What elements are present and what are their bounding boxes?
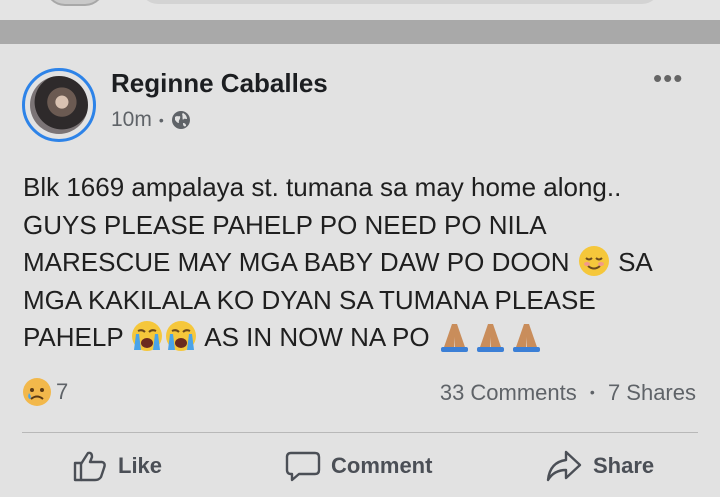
avatar[interactable] [30,76,88,134]
post-text-line: GUYS PLEASE PAHELP PO NEED PO NILA [23,209,547,240]
thumbs-up-icon [73,451,106,482]
crying-face-emoji-icon [132,321,163,351]
post-card: Reginne Caballes 10m • ••• Blk 1669 ampa… [0,44,720,497]
stats-separator: • [589,384,595,400]
reaction-count: 7 [56,379,69,404]
comment-bubble-icon [285,451,321,482]
post-text-line-3: MARESCUE MAY MGA BABY DAW PO DOON SA [23,244,703,282]
previous-section-strip [0,0,720,20]
profile-avatar-ring[interactable] [22,68,96,142]
more-options-icon[interactable]: ••• [653,65,683,91]
crying-face-emoji-icon [166,321,197,351]
post-text-line: MGA KAKILALA KO DYAN SA TUMANA PLEASE [23,284,596,315]
comments-count-link[interactable]: 33 Comments [440,380,577,405]
like-button[interactable]: Like [72,449,162,483]
post-text-segment: MARESCUE MAY MGA BABY DAW PO DOON [23,247,570,277]
post-body: Blk 1669 ampalaya st. tumana sa may home… [23,169,703,357]
post-author-name[interactable]: Reginne Caballes [111,68,328,99]
meta-separator: • [158,112,164,128]
post-text-segment: AS IN NOW NA PO [204,322,430,352]
sad-face-icon [23,378,51,406]
like-label: Like [118,453,163,478]
comment-button[interactable]: Comment [285,449,432,483]
reaction-summary[interactable]: 7 [22,377,68,407]
share-button[interactable]: Share [545,449,654,483]
action-divider [22,432,698,433]
composer-input-edge[interactable] [140,0,660,4]
post-text-line: Blk 1669 ampalaya st. tumana sa may home… [23,172,622,202]
share-arrow-icon [546,450,582,482]
comment-label: Comment [331,453,433,478]
engagement-counts: 33 Comments • 7 Shares [440,380,696,406]
folded-hands-emoji-icon [440,324,540,352]
feed-divider [0,20,720,44]
post-text-segment: SA [618,247,653,277]
relieved-face-emoji-icon [578,246,609,276]
shares-count-link[interactable]: 7 Shares [608,380,696,405]
post-meta: 10m • [111,108,191,132]
post-timestamp[interactable]: 10m [111,108,152,132]
globe-icon [171,111,190,129]
post-text-line-5: PAHELP AS IN NOW NA PO [23,319,703,357]
composer-avatar-edge [45,0,105,6]
share-label: Share [593,453,655,478]
post-text-segment: PAHELP [23,322,124,352]
